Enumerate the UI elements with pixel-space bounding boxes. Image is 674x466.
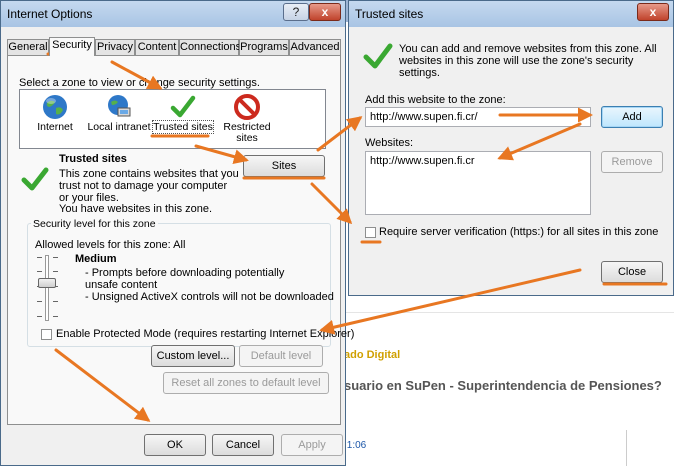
security-slider-thumb[interactable] bbox=[38, 278, 56, 289]
slider-tick bbox=[53, 301, 58, 302]
add-site-input[interactable]: http://www.supen.fi.cr/ bbox=[365, 107, 591, 127]
tab-privacy[interactable]: Privacy bbox=[95, 39, 135, 55]
custom-level-button[interactable]: Custom level... bbox=[151, 345, 235, 367]
checkmark-icon bbox=[363, 43, 393, 69]
tab-programs[interactable]: Programs bbox=[239, 39, 289, 55]
page-link[interactable]: ado Digital bbox=[344, 349, 400, 361]
websites-label: Websites: bbox=[365, 137, 414, 149]
zone-label: Local intranet bbox=[87, 121, 151, 133]
level-item: - Unsigned ActiveX controls will not be … bbox=[85, 291, 334, 303]
slider-tick bbox=[53, 257, 58, 258]
titlebar: Trusted sites x bbox=[349, 1, 673, 27]
computer-globe-icon bbox=[108, 95, 131, 117]
reset-all-zones-button[interactable]: Reset all zones to default level bbox=[163, 372, 329, 394]
ok-button[interactable]: OK bbox=[144, 434, 206, 456]
zone-label: Trusted sites bbox=[152, 120, 214, 134]
page-timestamp: :1:06 bbox=[344, 440, 367, 451]
zone-list: Internet Local intranet Trusted sites Re… bbox=[19, 89, 326, 149]
allowed-levels: Allowed levels for this zone: All bbox=[35, 239, 186, 251]
close-button[interactable]: x bbox=[309, 3, 341, 21]
zone-label: Internet bbox=[37, 121, 73, 133]
zone-trusted-sites[interactable]: Trusted sites bbox=[148, 90, 218, 148]
tab-general[interactable]: General bbox=[7, 39, 49, 55]
help-button[interactable]: ? bbox=[283, 3, 309, 21]
close-dialog-button[interactable]: Close bbox=[601, 261, 663, 283]
slider-tick bbox=[53, 271, 58, 272]
protected-mode-label: Enable Protected Mode (requires restarti… bbox=[56, 328, 355, 340]
slider-tick bbox=[37, 271, 42, 272]
page-divider bbox=[340, 312, 674, 313]
zone-sites-note: You have websites in this zone. bbox=[59, 203, 213, 215]
zone-local-intranet[interactable]: Local intranet bbox=[84, 90, 154, 148]
slider-tick bbox=[37, 316, 42, 317]
tab-connections[interactable]: Connections bbox=[179, 39, 241, 55]
default-level-button[interactable]: Default level bbox=[239, 345, 323, 367]
level-name: Medium bbox=[75, 253, 117, 265]
window-title: Internet Options bbox=[7, 7, 93, 21]
checkmark-icon bbox=[21, 167, 49, 191]
protected-mode-checkbox[interactable] bbox=[41, 329, 52, 340]
remove-button[interactable]: Remove bbox=[601, 151, 663, 173]
tab-content[interactable]: Content bbox=[135, 39, 179, 55]
level-item: - Prompts before downloading potentially… bbox=[85, 267, 285, 291]
page-headline: suario en SuPen - Superintendencia de Pe… bbox=[344, 378, 662, 393]
zone-restricted-sites[interactable]: Restricted sites bbox=[212, 90, 282, 148]
group-title: Security level for this zone bbox=[31, 218, 158, 230]
tab-security[interactable]: Security bbox=[49, 37, 95, 56]
require-https-checkbox[interactable] bbox=[365, 227, 376, 238]
slider-tick bbox=[37, 257, 42, 258]
zone-internet[interactable]: Internet bbox=[20, 90, 90, 148]
internet-options-dialog: Internet Options ? x General Security Pr… bbox=[0, 0, 354, 466]
slider-tick bbox=[37, 301, 42, 302]
add-site-label: Add this website to the zone: bbox=[365, 94, 506, 106]
checkmark-icon bbox=[170, 95, 196, 118]
zone-label: Restricted sites bbox=[223, 121, 271, 144]
zone-prompt: Select a zone to view or change security… bbox=[19, 77, 260, 89]
trusted-sites-dialog: Trusted sites x You can add and remove w… bbox=[348, 0, 674, 296]
slider-tick bbox=[53, 316, 58, 317]
websites-list[interactable]: http://www.supen.fi.cr bbox=[365, 151, 591, 215]
list-item[interactable]: http://www.supen.fi.cr bbox=[370, 155, 586, 167]
sites-button[interactable]: Sites bbox=[243, 155, 325, 177]
add-button[interactable]: Add bbox=[601, 106, 663, 128]
tab-advanced[interactable]: Advanced bbox=[289, 39, 341, 55]
zone-heading: Trusted sites bbox=[59, 153, 127, 165]
require-https-label: Require server verification (https:) for… bbox=[379, 226, 659, 238]
zone-description: This zone contains websites that you tru… bbox=[59, 168, 239, 204]
cancel-button[interactable]: Cancel bbox=[212, 434, 274, 456]
close-button[interactable]: x bbox=[637, 3, 669, 21]
titlebar: Internet Options ? x bbox=[1, 1, 345, 27]
window-title: Trusted sites bbox=[355, 7, 424, 21]
info-text: You can add and remove websites from thi… bbox=[399, 43, 657, 79]
globe-icon bbox=[43, 95, 67, 119]
page-divider-vertical bbox=[626, 430, 627, 466]
no-entry-icon bbox=[234, 94, 260, 120]
apply-button[interactable]: Apply bbox=[281, 434, 343, 456]
